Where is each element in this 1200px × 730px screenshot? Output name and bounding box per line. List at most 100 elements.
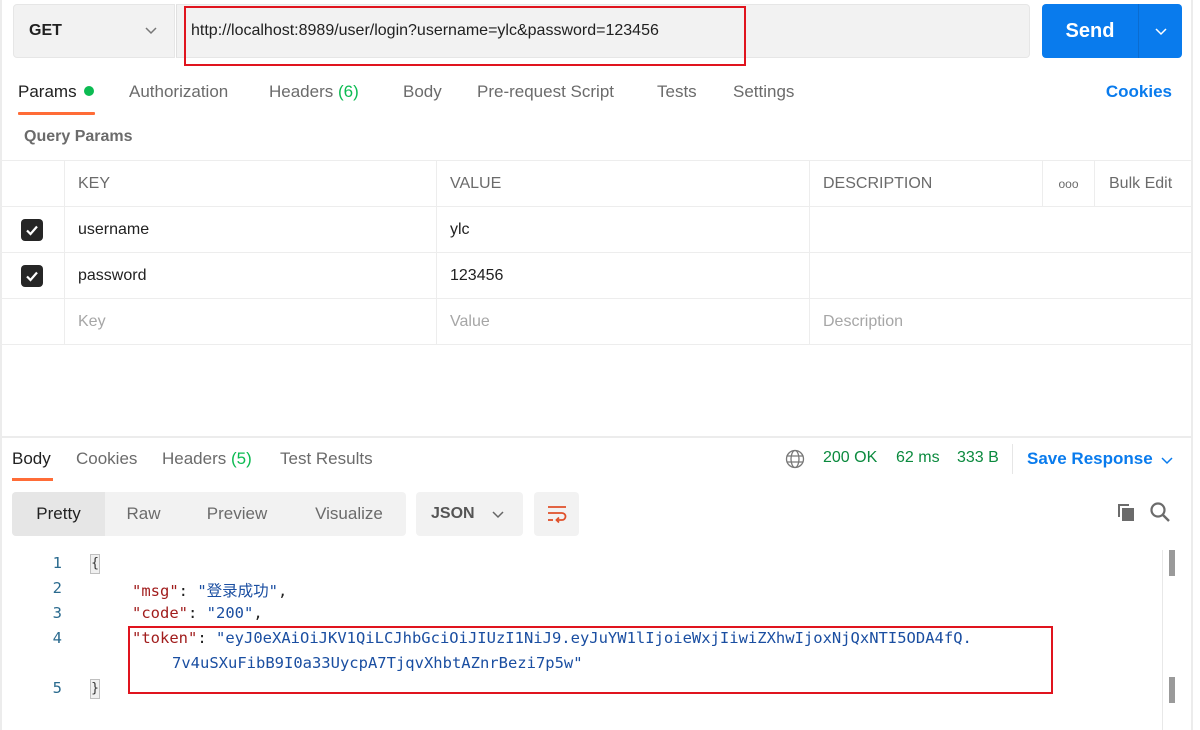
line-number: 3	[52, 604, 62, 622]
format-select[interactable]: JSON	[416, 492, 523, 536]
line-number: 2	[52, 579, 62, 597]
line-number: 1	[52, 554, 62, 572]
response-status-code[interactable]: 200 OK	[823, 449, 877, 467]
send-button[interactable]: Send	[1042, 4, 1138, 58]
format-label: JSON	[431, 505, 475, 522]
cookies-link[interactable]: Cookies	[1106, 82, 1172, 102]
tab-headers-count: (6)	[338, 82, 359, 101]
scrollbar-track[interactable]	[1162, 550, 1163, 730]
table-row-new: Key Value Description	[0, 299, 1192, 345]
tab-headers[interactable]: Headers (6)	[269, 82, 359, 102]
chevron-down-icon	[492, 511, 504, 519]
response-size[interactable]: 333 B	[957, 449, 999, 467]
table-row: username ylc	[0, 207, 1192, 253]
tab-body[interactable]: Body	[403, 82, 442, 102]
scrollbar-thumb[interactable]	[1169, 550, 1175, 576]
new-value-input[interactable]: Value	[436, 299, 809, 345]
scrollbar-thumb[interactable]	[1169, 677, 1175, 703]
checkbox-cell	[0, 207, 64, 253]
param-checkbox[interactable]	[21, 219, 43, 241]
chevron-down-icon[interactable]	[1160, 453, 1174, 467]
params-active-dot-icon	[83, 86, 94, 96]
view-raw-button[interactable]: Raw	[105, 492, 182, 536]
param-key-field[interactable]: username	[64, 207, 436, 253]
json-comma: ,	[278, 582, 288, 600]
tab-settings[interactable]: Settings	[733, 82, 794, 102]
json-key: "code"	[132, 604, 188, 622]
response-tab-headers-count: (5)	[231, 449, 252, 468]
param-value-field[interactable]: 123456	[436, 253, 809, 299]
query-params-title: Query Params	[24, 128, 133, 145]
url-input[interactable]: http://localhost:8989/user/login?usernam…	[176, 4, 1030, 58]
line-number: 5	[52, 679, 62, 697]
column-header-description: DESCRIPTION	[809, 161, 1042, 207]
tab-tests[interactable]: Tests	[657, 82, 697, 102]
view-preview-button[interactable]: Preview	[182, 492, 292, 536]
column-header-value: VALUE	[436, 161, 809, 207]
save-response-button[interactable]: Save Response	[1027, 449, 1153, 469]
response-tab-test-results[interactable]: Test Results	[280, 449, 373, 469]
column-header-key: KEY	[64, 161, 436, 207]
json-key: "msg"	[132, 582, 179, 600]
copy-icon[interactable]	[1114, 500, 1138, 524]
response-tab-body[interactable]: Body	[12, 449, 51, 469]
tab-params-label: Params	[18, 82, 77, 101]
param-key-field[interactable]: password	[64, 253, 436, 299]
response-tab-cookies[interactable]: Cookies	[76, 449, 137, 469]
line-number: 4	[52, 629, 62, 647]
code-line-code: "code": "200",	[132, 604, 263, 622]
globe-icon[interactable]	[784, 448, 806, 470]
bulk-edit-button[interactable]: Bulk Edit	[1094, 161, 1192, 207]
table-row: password 123456	[0, 253, 1192, 299]
view-visualize-button[interactable]: Visualize	[292, 492, 406, 536]
params-table: KEY VALUE DESCRIPTION ooo Bulk Edit user…	[0, 160, 1192, 345]
fold-close-brace[interactable]: }	[90, 679, 100, 699]
json-string-value: "eyJ0eXAiOiJKV1QiLCJhbGciOiJIUzI1NiJ9.ey…	[216, 629, 972, 647]
response-tab-headers[interactable]: Headers (5)	[162, 449, 252, 469]
param-description-field[interactable]	[809, 253, 1192, 299]
checkbox-cell-empty	[0, 299, 64, 345]
active-tab-indicator	[18, 112, 95, 115]
send-options-button[interactable]	[1138, 4, 1182, 58]
request-tabs: Params Authorization Headers (6) Body Pr…	[0, 72, 1190, 116]
view-pretty-button[interactable]: Pretty	[12, 492, 105, 536]
tab-params[interactable]: Params	[18, 82, 94, 102]
json-key: "token"	[132, 629, 198, 647]
param-value-field[interactable]: ylc	[436, 207, 809, 253]
tab-authorization[interactable]: Authorization	[129, 82, 228, 102]
checkmark-icon	[26, 225, 38, 236]
table-header-row: KEY VALUE DESCRIPTION ooo Bulk Edit	[0, 161, 1192, 207]
search-icon[interactable]	[1148, 500, 1172, 524]
json-string-value: "200"	[206, 604, 254, 622]
json-string-value-continued: 7v4uSXuFibB9I0a33UycpA7TjqvXhbtAZnrBezi7…	[172, 654, 583, 672]
response-time[interactable]: 62 ms	[896, 449, 940, 467]
new-key-input[interactable]: Key	[64, 299, 436, 345]
wrap-lines-button[interactable]	[534, 492, 579, 536]
param-checkbox[interactable]	[21, 265, 43, 287]
panel-resize-divider[interactable]	[0, 436, 1192, 438]
active-response-tab-indicator	[12, 478, 53, 481]
checkbox-cell	[0, 253, 64, 299]
response-body-editor[interactable]: 1 2 3 4 5 { "msg": "登录成功", "code": "200"…	[0, 548, 1165, 730]
tab-headers-label: Headers	[269, 82, 334, 101]
more-options-button[interactable]: ooo	[1042, 161, 1094, 207]
param-description-field[interactable]	[809, 207, 1192, 253]
status-separator	[1012, 444, 1013, 474]
tab-pre-request-script[interactable]: Pre-request Script	[477, 82, 614, 102]
checkmark-icon	[26, 271, 38, 282]
fold-open-brace[interactable]: {	[90, 554, 100, 574]
new-description-input[interactable]: Description	[809, 299, 1192, 345]
header-check-cell	[0, 161, 64, 207]
window-edge-right	[1191, 0, 1193, 730]
code-line-msg: "msg": "登录成功",	[132, 579, 287, 601]
response-tab-headers-label: Headers	[162, 449, 227, 468]
wrap-lines-icon	[547, 506, 566, 524]
code-line-token-wrapped: 7v4uSXuFibB9I0a33UycpA7TjqvXhbtAZnrBezi7…	[172, 654, 583, 672]
json-colon: :	[188, 604, 207, 622]
method-select[interactable]: GET	[13, 4, 175, 58]
json-string-value: "登录成功"	[197, 582, 279, 600]
view-mode-group: Pretty Raw Preview Visualize	[12, 492, 406, 536]
json-comma: ,	[253, 604, 263, 622]
url-text: http://localhost:8989/user/login?usernam…	[191, 22, 659, 39]
code-line-token: "token": "eyJ0eXAiOiJKV1QiLCJhbGciOiJIUz…	[132, 629, 972, 647]
